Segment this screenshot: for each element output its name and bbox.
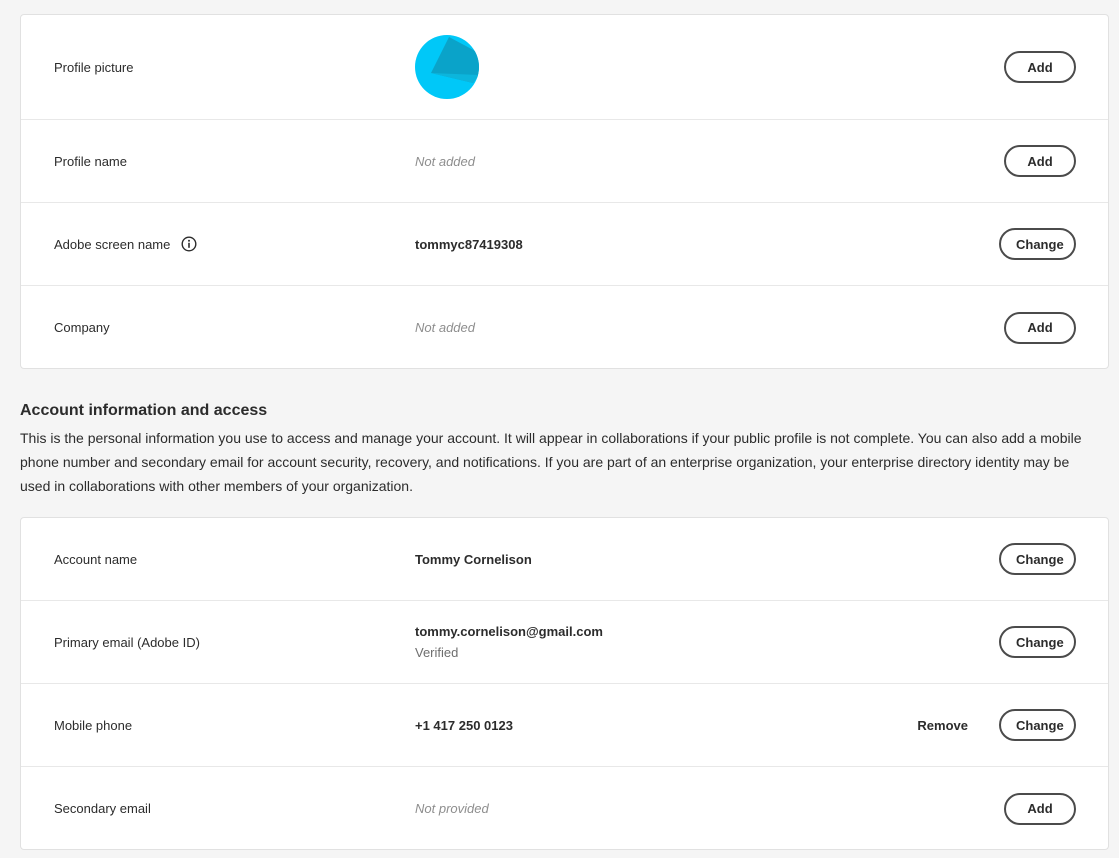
company-row: Company Not added Add <box>21 286 1108 369</box>
avatar <box>415 35 479 99</box>
page: Profile picture Add Profile name Not add… <box>0 0 1119 858</box>
profile-picture-label: Profile picture <box>54 59 134 75</box>
section-description: This is the personal information you use… <box>20 430 1082 494</box>
primary-email-row: Primary email (Adobe ID) tommy.corneliso… <box>21 601 1108 684</box>
mobile-phone-label: Mobile phone <box>54 717 133 733</box>
company-value: Not added <box>415 320 475 335</box>
section-title: Account information and access <box>20 402 268 419</box>
info-circle-icon[interactable] <box>181 236 197 252</box>
screen-name-value: tommyc87419308 <box>415 236 523 252</box>
change-account-name-button[interactable]: Change <box>999 543 1076 575</box>
primary-email-value-group: tommy.cornelison@gmail.com Verified <box>415 624 603 660</box>
mobile-phone-row: Mobile phone +1 417 250 0123 Remove Chan… <box>21 684 1108 767</box>
add-secondary-email-button[interactable]: Add <box>1004 792 1076 825</box>
screen-name-label-text: Adobe screen name <box>54 236 171 252</box>
company-label: Company <box>54 320 110 335</box>
profile-name-value: Not added <box>415 153 475 169</box>
add-profile-picture-button[interactable]: Add <box>1004 51 1076 83</box>
screen-name-label: Adobe screen name <box>54 236 197 252</box>
screen-name-row: Adobe screen name tommyc87419308 Change <box>21 203 1108 286</box>
profile-name-row: Profile name Not added Add <box>21 120 1108 203</box>
secondary-email-row: Secondary email Not provided Add <box>21 767 1108 850</box>
email-verified-status: Verified <box>415 645 459 660</box>
add-company-button[interactable]: Add <box>1004 311 1076 344</box>
profile-card: Profile picture Add Profile name Not add… <box>20 14 1109 369</box>
mobile-phone-value: +1 417 250 0123 <box>415 717 513 733</box>
change-mobile-phone-button[interactable]: Change <box>999 709 1076 741</box>
secondary-email-label: Secondary email <box>54 801 151 816</box>
primary-email-value: tommy.cornelison@gmail.com <box>415 624 603 639</box>
primary-email-label: Primary email (Adobe ID) <box>54 634 200 650</box>
secondary-email-value: Not provided <box>415 801 489 816</box>
account-name-row: Account name Tommy Cornelison Change <box>21 518 1108 601</box>
account-name-value: Tommy Cornelison <box>415 551 532 567</box>
profile-picture-row: Profile picture Add <box>21 15 1108 120</box>
account-card: Account name Tommy Cornelison Change Pri… <box>20 517 1109 850</box>
account-section-header: Account information and access This is t… <box>20 402 1095 498</box>
change-primary-email-button[interactable]: Change <box>999 626 1076 658</box>
account-name-label: Account name <box>54 551 138 567</box>
remove-mobile-phone-button[interactable]: Remove <box>917 718 968 733</box>
profile-name-label: Profile name <box>54 153 127 169</box>
change-screen-name-button[interactable]: Change <box>999 228 1076 260</box>
add-profile-name-button[interactable]: Add <box>1004 145 1076 177</box>
